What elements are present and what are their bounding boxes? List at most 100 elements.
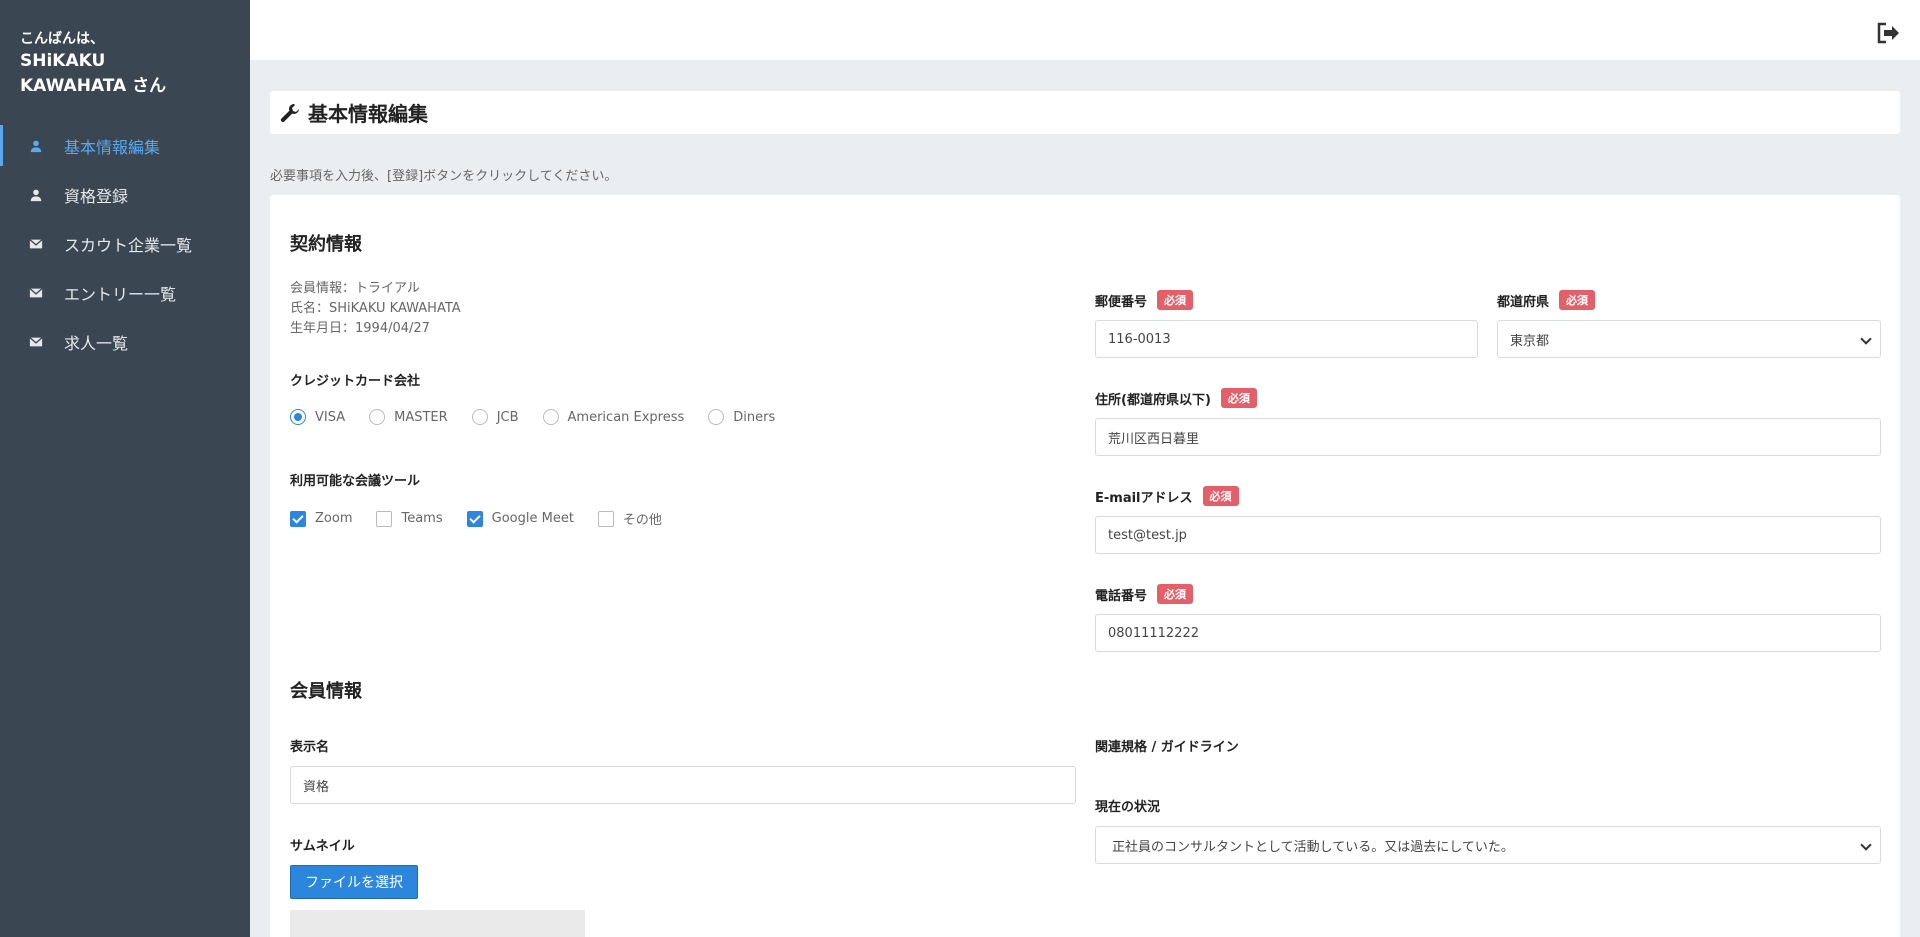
current-status-label-text: 現在の状況 [1095, 800, 1161, 815]
sidebar-item-scout[interactable]: スカウト企業一覧 [0, 219, 250, 268]
radio-button[interactable] [542, 409, 559, 425]
member-type: 会員情報：トライアル [290, 281, 420, 296]
checkbox[interactable] [376, 510, 393, 527]
user-icon [28, 187, 44, 203]
page-title-bar: 基本情報編集 [270, 91, 1900, 134]
required-badge: 必須 [1220, 388, 1257, 408]
checkbox-label: Zoom [315, 511, 353, 526]
sidebar-nav: 基本情報編集 資格登録 スカウト企業一覧 エントリー一覧 求人一覧 [0, 121, 250, 366]
credit-card-label: クレジットカード会社 [290, 370, 420, 389]
radio-master[interactable]: MASTER [369, 409, 448, 425]
related-standards-label-text: 関連規格 / ガイドライン [1095, 740, 1239, 755]
required-badge: 必須 [1157, 584, 1194, 604]
checkbox-other[interactable]: その他 [597, 509, 662, 528]
sidebar-item-label: スカウト企業一覧 [64, 235, 193, 255]
address-input[interactable]: 荒川区西日暮里 [1095, 418, 1881, 456]
contract-info: 会員情報：トライアル 氏名：SHiKAKU KAWAHATA 生年月日：1994… [290, 279, 461, 339]
radio-jcb[interactable]: JCB [471, 409, 519, 425]
checkbox[interactable] [597, 510, 614, 527]
display-name-label: 表示名 [290, 736, 329, 755]
sign-out-icon[interactable] [1876, 22, 1900, 44]
address-label-text: 住所(都道府県以下) [1095, 392, 1211, 408]
checkbox[interactable] [290, 510, 306, 527]
radio-button[interactable] [708, 409, 725, 425]
credit-card-label-text: クレジットカード会社 [290, 374, 421, 389]
postal-code-value: 116-0013 [1108, 331, 1171, 347]
greeting-line3: KAWAHATA さん [20, 76, 167, 96]
sidebar-item-entry[interactable]: エントリー一覧 [0, 268, 250, 317]
credit-card-options: VISA MASTER JCB American Express Diners [290, 409, 799, 425]
instruction-text: 必要事項を入力後、[登録]ボタンをクリックしてください。 [270, 169, 618, 184]
phone-value: 08011112222 [1108, 625, 1199, 641]
thumbnail-label-text: サムネイル [290, 839, 355, 854]
envelope-icon [28, 236, 44, 252]
choose-file-button[interactable]: ファイルを選択 [290, 865, 418, 899]
meeting-tools-options: Zoom Teams Google Meet その他 [290, 509, 686, 528]
address-value: 荒川区西日暮里 [1108, 431, 1200, 447]
radio-amex[interactable]: American Express [542, 409, 685, 425]
current-status-select[interactable]: 正社員のコンサルタントとして活動している。又は過去にしていた。 [1095, 826, 1881, 864]
prefecture-select[interactable]: 東京都 [1497, 320, 1881, 358]
checkbox[interactable] [466, 510, 483, 527]
meeting-tools-label-text: 利用可能な会議ツール [290, 474, 421, 489]
sidebar-item-jobs[interactable]: 求人一覧 [0, 317, 250, 366]
required-badge: 必須 [1202, 486, 1239, 506]
prefecture-label: 都道府県 必須 [1497, 290, 1596, 310]
sidebar-item-qualification[interactable]: 資格登録 [0, 170, 250, 219]
sidebar-item-basic-info[interactable]: 基本情報編集 [0, 121, 250, 170]
sidebar-item-label: 求人一覧 [64, 333, 129, 353]
envelope-icon [28, 285, 44, 301]
radio-button[interactable] [290, 409, 306, 425]
required-badge: 必須 [1157, 290, 1194, 310]
phone-label-text: 電話番号 [1095, 588, 1148, 604]
radio-button[interactable] [369, 409, 386, 425]
greeting-line1: こんばんは、 [20, 31, 104, 47]
phone-label: 電話番号 必須 [1095, 584, 1194, 604]
thumbnail-label: サムネイル [290, 835, 355, 854]
user-icon [28, 138, 44, 154]
radio-label: VISA [315, 409, 346, 425]
form-card: 契約情報 会員情報：トライアル 氏名：SHiKAKU KAWAHATA 生年月日… [270, 195, 1900, 937]
radio-label: JCB [496, 409, 519, 425]
email-label-text: E-mailアドレス [1095, 490, 1193, 506]
sidebar-item-label: 資格登録 [64, 186, 129, 206]
wrench-icon [280, 103, 300, 123]
postal-code-input[interactable]: 116-0013 [1095, 320, 1478, 358]
radio-visa[interactable]: VISA [290, 409, 345, 425]
checkbox-label: その他 [622, 513, 662, 528]
radio-label: Diners [733, 409, 776, 425]
checkbox-teams[interactable]: Teams [376, 510, 443, 527]
radio-label: MASTER [394, 409, 448, 425]
member-section-title: 会員情報 [290, 681, 362, 702]
prefecture-value: 東京都 [1510, 333, 1550, 349]
email-label: E-mailアドレス 必須 [1095, 486, 1239, 506]
radio-label: American Express [567, 409, 685, 425]
thumbnail-preview [290, 910, 585, 937]
member-name: 氏名：SHiKAKU KAWAHATA [290, 301, 461, 316]
email-value: test@test.jp [1108, 527, 1187, 543]
contract-section-title: 契約情報 [290, 234, 362, 255]
related-standards-label: 関連規格 / ガイドライン [1095, 736, 1239, 755]
display-name-input[interactable]: 資格 [290, 766, 1076, 804]
checkbox-google-meet[interactable]: Google Meet [466, 510, 574, 527]
member-birthday: 生年月日：1994/04/27 [290, 321, 430, 336]
phone-input[interactable]: 08011112222 [1095, 614, 1881, 652]
sidebar-item-label: 基本情報編集 [64, 137, 161, 157]
checkbox-zoom[interactable]: Zoom [290, 510, 353, 527]
radio-diners[interactable]: Diners [708, 409, 775, 425]
display-name-label-text: 表示名 [290, 740, 330, 755]
greeting-line2: SHiKAKU [20, 51, 106, 71]
prefecture-label-text: 都道府県 [1497, 294, 1550, 310]
postal-code-label-text: 郵便番号 [1095, 294, 1148, 310]
checkbox-label: Google Meet [491, 511, 574, 526]
sidebar: こんばんは、 SHiKAKU KAWAHATA さん 基本情報編集 資格登録 ス… [0, 0, 250, 937]
sidebar-item-label: エントリー一覧 [64, 284, 177, 304]
radio-button[interactable] [471, 409, 488, 425]
page-title: 基本情報編集 [308, 102, 428, 126]
postal-code-label: 郵便番号 必須 [1095, 290, 1194, 310]
email-input[interactable]: test@test.jp [1095, 516, 1881, 554]
greeting: こんばんは、 SHiKAKU KAWAHATA さん [20, 29, 166, 99]
current-status-label: 現在の状況 [1095, 796, 1160, 815]
address-label: 住所(都道府県以下) 必須 [1095, 388, 1257, 408]
required-badge: 必須 [1559, 290, 1596, 310]
